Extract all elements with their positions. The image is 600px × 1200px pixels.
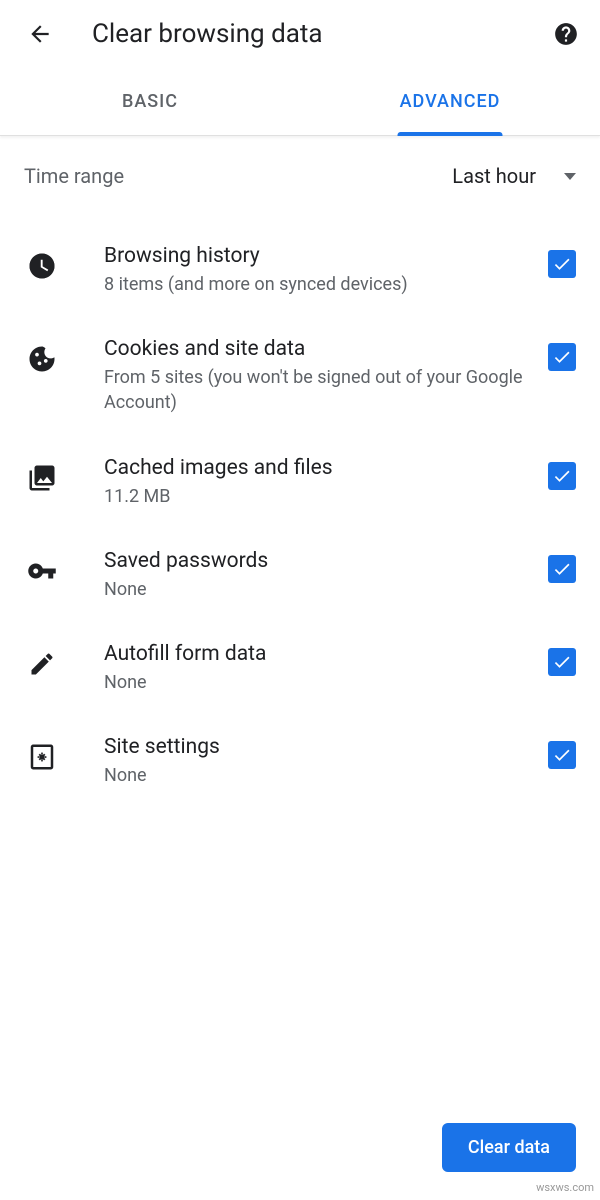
key-icon <box>24 553 60 589</box>
help-icon <box>553 21 579 47</box>
list-item-saved-passwords[interactable]: Saved passwords None <box>0 529 600 622</box>
help-button[interactable] <box>552 20 580 48</box>
cookie-icon <box>24 341 60 377</box>
item-subtitle: From 5 sites (you won't be signed out of… <box>104 365 532 415</box>
list-text: Site settings None <box>104 735 532 788</box>
back-button[interactable] <box>24 18 56 50</box>
footer: Clear data <box>442 1123 576 1172</box>
options-list: Browsing history 8 items (and more on sy… <box>0 212 600 820</box>
clear-data-button[interactable]: Clear data <box>442 1123 576 1172</box>
list-text: Autofill form data None <box>104 642 532 695</box>
item-subtitle: 11.2 MB <box>104 484 532 509</box>
arrow-back-icon <box>27 21 53 47</box>
item-subtitle: None <box>104 763 532 788</box>
item-title: Autofill form data <box>104 642 532 666</box>
list-text: Browsing history 8 items (and more on sy… <box>104 244 532 297</box>
list-item-site-settings[interactable]: Site settings None <box>0 715 600 808</box>
checkmark-icon <box>552 745 572 765</box>
time-range-row: Time range Last hour <box>0 136 600 212</box>
tab-advanced[interactable]: ADVANCED <box>300 68 600 135</box>
images-icon <box>24 460 60 496</box>
checkmark-icon <box>552 347 572 367</box>
time-range-label: Time range <box>24 164 452 188</box>
chevron-down-icon <box>564 173 576 180</box>
list-text: Saved passwords None <box>104 549 532 602</box>
edit-icon <box>24 646 60 682</box>
checkbox-autofill[interactable] <box>548 648 576 676</box>
checkbox-cookies[interactable] <box>548 343 576 371</box>
list-item-browsing-history[interactable]: Browsing history 8 items (and more on sy… <box>0 224 600 317</box>
time-range-value: Last hour <box>452 164 536 188</box>
checkbox-cached-images[interactable] <box>548 462 576 490</box>
checkmark-icon <box>552 466 572 486</box>
checkbox-browsing-history[interactable] <box>548 250 576 278</box>
list-item-cookies[interactable]: Cookies and site data From 5 sites (you … <box>0 317 600 435</box>
tabs: BASIC ADVANCED <box>0 68 600 136</box>
checkbox-site-settings[interactable] <box>548 741 576 769</box>
checkbox-saved-passwords[interactable] <box>548 555 576 583</box>
item-title: Browsing history <box>104 244 532 268</box>
checkmark-icon <box>552 559 572 579</box>
item-subtitle: None <box>104 577 532 602</box>
item-title: Cookies and site data <box>104 337 532 361</box>
item-title: Cached images and files <box>104 456 532 480</box>
list-text: Cached images and files 11.2 MB <box>104 456 532 509</box>
checkmark-icon <box>552 652 572 672</box>
list-item-cached-images[interactable]: Cached images and files 11.2 MB <box>0 436 600 529</box>
page-title: Clear browsing data <box>92 19 552 49</box>
item-subtitle: None <box>104 670 532 695</box>
header: Clear browsing data <box>0 0 600 68</box>
list-item-autofill[interactable]: Autofill form data None <box>0 622 600 715</box>
item-title: Site settings <box>104 735 532 759</box>
time-range-dropdown[interactable]: Last hour <box>452 164 576 188</box>
item-subtitle: 8 items (and more on synced devices) <box>104 272 532 297</box>
history-icon <box>24 248 60 284</box>
settings-page-icon <box>24 739 60 775</box>
checkmark-icon <box>552 254 572 274</box>
tab-basic[interactable]: BASIC <box>0 68 300 135</box>
list-text: Cookies and site data From 5 sites (you … <box>104 337 532 415</box>
watermark: wsxws.com <box>536 1181 594 1194</box>
item-title: Saved passwords <box>104 549 532 573</box>
